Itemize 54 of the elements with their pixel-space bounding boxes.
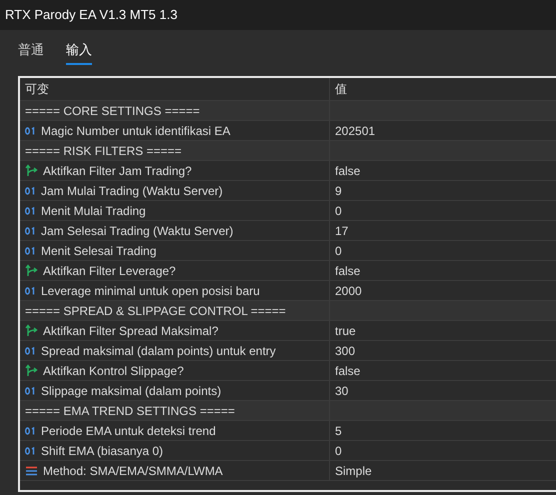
parameter-name: Aktifkan Kontrol Slippage? (43, 362, 184, 380)
number-icon (25, 426, 36, 434)
tab[interactable]: 普通 (18, 40, 44, 64)
column-header: 可变 (25, 81, 49, 98)
section-heading: ===== RISK FILTERS ===== (25, 142, 182, 160)
section-heading: ===== EMA TREND SETTINGS ===== (25, 402, 235, 420)
section-heading: ===== SPREAD & SLIPPAGE CONTROL ===== (25, 302, 286, 320)
list-icon (25, 466, 38, 476)
parameter-name: Aktifkan Filter Spread Maksimal? (43, 322, 218, 340)
parameter-value[interactable]: Simple (335, 462, 372, 480)
parameter-name: Jam Selesai Trading (Waktu Server) (41, 222, 234, 240)
number-icon (25, 346, 36, 354)
parameter-name: Aktifkan Filter Jam Trading? (43, 162, 192, 180)
window-title: RTX Parody EA V1.3 MT5 1.3 (5, 6, 178, 24)
number-icon (25, 446, 36, 454)
parameter-name: Aktifkan Filter Leverage? (43, 262, 176, 280)
parameter-name: Menit Mulai Trading (41, 202, 146, 220)
branch-arrow-icon (25, 324, 38, 337)
number-icon (25, 226, 36, 234)
parameter-value[interactable]: false (335, 362, 360, 380)
parameter-value[interactable]: 30 (335, 382, 348, 400)
parameter-name: Slippage maksimal (dalam points) (41, 382, 222, 400)
parameter-name: Method: SMA/EMA/SMMA/LWMA (43, 462, 223, 480)
parameter-name: Shift EMA (biasanya 0) (41, 442, 164, 460)
parameter-name: Periode EMA untuk deteksi trend (41, 422, 216, 440)
column-header: 值 (335, 81, 347, 98)
parameter-value[interactable]: 0 (335, 202, 342, 220)
number-icon (25, 246, 36, 254)
parameter-value[interactable]: 2000 (335, 282, 362, 300)
parameter-name: Spread maksimal (dalam points) untuk entry (41, 342, 276, 360)
number-icon (25, 186, 36, 194)
parameter-name: Menit Selesai Trading (41, 242, 156, 260)
branch-arrow-icon (25, 164, 38, 177)
number-icon (25, 286, 36, 294)
number-icon (25, 206, 36, 214)
parameter-value[interactable]: 9 (335, 182, 342, 200)
parameter-value[interactable]: 202501 (335, 122, 376, 140)
parameter-value[interactable]: 0 (335, 242, 342, 260)
parameter-value[interactable]: true (335, 322, 356, 340)
parameter-value[interactable]: 5 (335, 422, 342, 440)
number-icon (25, 386, 36, 394)
section-heading: ===== CORE SETTINGS ===== (25, 102, 200, 120)
branch-arrow-icon (25, 264, 38, 277)
parameter-name: Leverage minimal untuk open posisi baru (41, 282, 260, 300)
parameter-name: Magic Number untuk identifikasi EA (41, 122, 230, 140)
branch-arrow-icon (25, 364, 38, 377)
tab[interactable]: 输入 (66, 40, 92, 64)
number-icon (25, 126, 36, 134)
parameter-value[interactable]: false (335, 262, 360, 280)
parameter-value[interactable]: 300 (335, 342, 356, 360)
parameter-value[interactable]: false (335, 162, 360, 180)
parameter-name: Jam Mulai Trading (Waktu Server) (41, 182, 223, 200)
parameter-value[interactable]: 0 (335, 442, 342, 460)
parameter-value[interactable]: 17 (335, 222, 348, 240)
